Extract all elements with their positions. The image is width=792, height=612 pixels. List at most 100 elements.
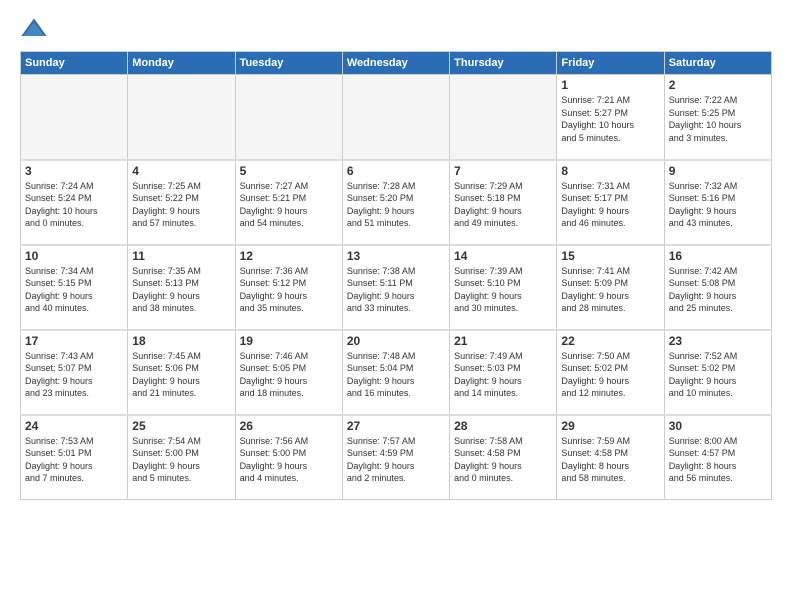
day-cell: 20 Sunrise: 7:48 AM Sunset: 5:04 PM Dayli…	[342, 330, 449, 415]
weekday-header-tuesday: Tuesday	[235, 52, 342, 75]
day-cell: 11 Sunrise: 7:35 AM Sunset: 5:13 PM Dayli…	[128, 245, 235, 330]
day-cell: 8 Sunrise: 7:31 AM Sunset: 5:17 PM Daylig…	[557, 160, 664, 245]
day-number: 27	[347, 419, 445, 433]
day-number: 17	[25, 334, 123, 348]
week-row-1: 1Sunrise: 7:21 AM Sunset: 5:27 PM Daylig…	[21, 75, 772, 160]
day-info: Sunrise: 7:56 AM Sunset: 5:00 PM Dayligh…	[240, 435, 338, 485]
day-cell: 6 Sunrise: 7:28 AM Sunset: 5:20 PM Daylig…	[342, 160, 449, 245]
day-number: 12	[240, 249, 338, 263]
day-info: Sunrise: 7:22 AM Sunset: 5:25 PM Dayligh…	[669, 94, 767, 144]
day-info: Sunrise: 7:48 AM Sunset: 5:04 PM Dayligh…	[347, 350, 445, 400]
day-number: 21	[454, 334, 552, 348]
day-cell: 28 Sunrise: 7:58 AM Sunset: 4:58 PM Dayli…	[450, 415, 557, 500]
day-info: Sunrise: 7:34 AM Sunset: 5:15 PM Dayligh…	[25, 265, 123, 315]
day-cell: 9 Sunrise: 7:32 AM Sunset: 5:16 PM Daylig…	[664, 160, 771, 245]
day-number: 6	[347, 164, 445, 178]
day-cell: 2Sunrise: 7:22 AM Sunset: 5:25 PM Daylig…	[664, 75, 771, 160]
weekday-header-friday: Friday	[557, 52, 664, 75]
day-cell	[450, 75, 557, 160]
day-info: Sunrise: 7:32 AM Sunset: 5:16 PM Dayligh…	[669, 180, 767, 230]
day-cell: 24 Sunrise: 7:53 AM Sunset: 5:01 PM Dayli…	[21, 415, 128, 500]
logo-icon	[20, 15, 48, 43]
day-info: Sunrise: 8:00 AM Sunset: 4:57 PM Dayligh…	[669, 435, 767, 485]
weekday-header-row: SundayMondayTuesdayWednesdayThursdayFrid…	[21, 52, 772, 75]
day-number: 13	[347, 249, 445, 263]
day-cell: 27 Sunrise: 7:57 AM Sunset: 4:59 PM Dayli…	[342, 415, 449, 500]
day-number: 24	[25, 419, 123, 433]
week-row-2: 3Sunrise: 7:24 AM Sunset: 5:24 PM Daylig…	[21, 160, 772, 245]
day-cell: 15 Sunrise: 7:41 AM Sunset: 5:09 PM Dayli…	[557, 245, 664, 330]
day-info: Sunrise: 7:45 AM Sunset: 5:06 PM Dayligh…	[132, 350, 230, 400]
day-info: Sunrise: 7:52 AM Sunset: 5:02 PM Dayligh…	[669, 350, 767, 400]
day-number: 20	[347, 334, 445, 348]
day-number: 22	[561, 334, 659, 348]
day-info: Sunrise: 7:54 AM Sunset: 5:00 PM Dayligh…	[132, 435, 230, 485]
week-row-3: 10Sunrise: 7:34 AM Sunset: 5:15 PM Dayli…	[21, 245, 772, 330]
day-number: 8	[561, 164, 659, 178]
day-cell: 5 Sunrise: 7:27 AM Sunset: 5:21 PM Daylig…	[235, 160, 342, 245]
day-info: Sunrise: 7:59 AM Sunset: 4:58 PM Dayligh…	[561, 435, 659, 485]
day-info: Sunrise: 7:50 AM Sunset: 5:02 PM Dayligh…	[561, 350, 659, 400]
day-info: Sunrise: 7:35 AM Sunset: 5:13 PM Dayligh…	[132, 265, 230, 315]
day-cell	[21, 75, 128, 160]
day-cell: 25 Sunrise: 7:54 AM Sunset: 5:00 PM Dayli…	[128, 415, 235, 500]
day-info: Sunrise: 7:49 AM Sunset: 5:03 PM Dayligh…	[454, 350, 552, 400]
day-cell: 12Sunrise: 7:36 AM Sunset: 5:12 PM Dayli…	[235, 245, 342, 330]
day-number: 9	[669, 164, 767, 178]
day-info: Sunrise: 7:38 AM Sunset: 5:11 PM Dayligh…	[347, 265, 445, 315]
day-cell	[128, 75, 235, 160]
weekday-header-wednesday: Wednesday	[342, 52, 449, 75]
day-cell: 17Sunrise: 7:43 AM Sunset: 5:07 PM Dayli…	[21, 330, 128, 415]
day-cell: 29 Sunrise: 7:59 AM Sunset: 4:58 PM Dayli…	[557, 415, 664, 500]
day-cell: 3Sunrise: 7:24 AM Sunset: 5:24 PM Daylig…	[21, 160, 128, 245]
week-row-4: 17Sunrise: 7:43 AM Sunset: 5:07 PM Dayli…	[21, 330, 772, 415]
day-info: Sunrise: 7:27 AM Sunset: 5:21 PM Dayligh…	[240, 180, 338, 230]
day-info: Sunrise: 7:58 AM Sunset: 4:58 PM Dayligh…	[454, 435, 552, 485]
day-cell: 13 Sunrise: 7:38 AM Sunset: 5:11 PM Dayli…	[342, 245, 449, 330]
day-cell: 21 Sunrise: 7:49 AM Sunset: 5:03 PM Dayli…	[450, 330, 557, 415]
day-number: 7	[454, 164, 552, 178]
day-number: 19	[240, 334, 338, 348]
day-number: 25	[132, 419, 230, 433]
weekday-header-sunday: Sunday	[21, 52, 128, 75]
day-cell: 19 Sunrise: 7:46 AM Sunset: 5:05 PM Dayli…	[235, 330, 342, 415]
day-cell: 1Sunrise: 7:21 AM Sunset: 5:27 PM Daylig…	[557, 75, 664, 160]
day-cell: 18 Sunrise: 7:45 AM Sunset: 5:06 PM Dayli…	[128, 330, 235, 415]
day-cell: 26Sunrise: 7:56 AM Sunset: 5:00 PM Dayli…	[235, 415, 342, 500]
day-info: Sunrise: 7:25 AM Sunset: 5:22 PM Dayligh…	[132, 180, 230, 230]
day-info: Sunrise: 7:29 AM Sunset: 5:18 PM Dayligh…	[454, 180, 552, 230]
day-info: Sunrise: 7:41 AM Sunset: 5:09 PM Dayligh…	[561, 265, 659, 315]
day-cell: 30Sunrise: 8:00 AM Sunset: 4:57 PM Dayli…	[664, 415, 771, 500]
day-number: 14	[454, 249, 552, 263]
page: SundayMondayTuesdayWednesdayThursdayFrid…	[0, 0, 792, 515]
day-number: 15	[561, 249, 659, 263]
day-cell: 22 Sunrise: 7:50 AM Sunset: 5:02 PM Dayli…	[557, 330, 664, 415]
day-info: Sunrise: 7:53 AM Sunset: 5:01 PM Dayligh…	[25, 435, 123, 485]
day-cell: 16 Sunrise: 7:42 AM Sunset: 5:08 PM Dayli…	[664, 245, 771, 330]
day-info: Sunrise: 7:46 AM Sunset: 5:05 PM Dayligh…	[240, 350, 338, 400]
day-number: 11	[132, 249, 230, 263]
day-number: 18	[132, 334, 230, 348]
day-info: Sunrise: 7:24 AM Sunset: 5:24 PM Dayligh…	[25, 180, 123, 230]
day-number: 16	[669, 249, 767, 263]
day-cell: 10Sunrise: 7:34 AM Sunset: 5:15 PM Dayli…	[21, 245, 128, 330]
day-cell: 14 Sunrise: 7:39 AM Sunset: 5:10 PM Dayli…	[450, 245, 557, 330]
day-info: Sunrise: 7:57 AM Sunset: 4:59 PM Dayligh…	[347, 435, 445, 485]
day-number: 1	[561, 78, 659, 92]
weekday-header-saturday: Saturday	[664, 52, 771, 75]
day-info: Sunrise: 7:28 AM Sunset: 5:20 PM Dayligh…	[347, 180, 445, 230]
calendar: SundayMondayTuesdayWednesdayThursdayFrid…	[20, 51, 772, 500]
day-cell: 23Sunrise: 7:52 AM Sunset: 5:02 PM Dayli…	[664, 330, 771, 415]
day-info: Sunrise: 7:39 AM Sunset: 5:10 PM Dayligh…	[454, 265, 552, 315]
day-cell: 4 Sunrise: 7:25 AM Sunset: 5:22 PM Daylig…	[128, 160, 235, 245]
weekday-header-monday: Monday	[128, 52, 235, 75]
day-number: 5	[240, 164, 338, 178]
day-info: Sunrise: 7:42 AM Sunset: 5:08 PM Dayligh…	[669, 265, 767, 315]
day-info: Sunrise: 7:31 AM Sunset: 5:17 PM Dayligh…	[561, 180, 659, 230]
header	[20, 15, 772, 43]
day-number: 4	[132, 164, 230, 178]
day-number: 29	[561, 419, 659, 433]
day-number: 28	[454, 419, 552, 433]
day-cell: 7 Sunrise: 7:29 AM Sunset: 5:18 PM Daylig…	[450, 160, 557, 245]
logo	[20, 15, 52, 43]
